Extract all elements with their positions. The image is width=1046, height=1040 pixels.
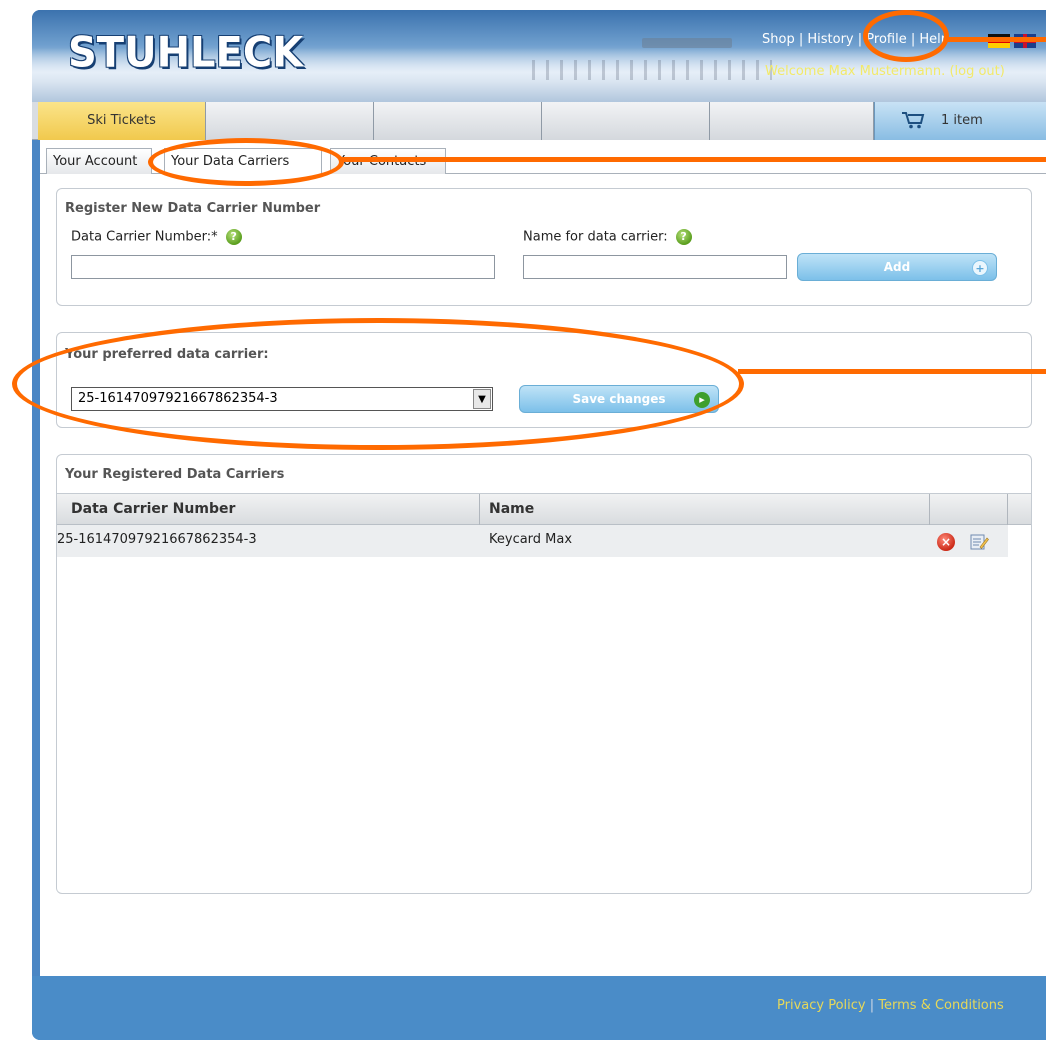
header-banner: STUHLECK Shop | History | Profile | Help… (32, 10, 1046, 102)
edit-icon[interactable] (969, 533, 989, 551)
banner-skiers (532, 60, 772, 80)
save-changes-button[interactable]: Save changes ▸ (519, 385, 719, 413)
tab-label: Ski Tickets (87, 113, 156, 128)
registered-title: Your Registered Data Carriers (65, 467, 285, 482)
top-link-separator: | (798, 32, 804, 47)
preferred-carrier-select[interactable]: 25-16147097921667862354-3 ▼ (71, 387, 493, 411)
profile-link[interactable]: Profile (866, 32, 906, 47)
cell-name: Keycard Max (489, 532, 573, 547)
nav-tab-2[interactable] (206, 102, 374, 140)
data-carrier-name-input[interactable] (523, 255, 787, 279)
column-header-number[interactable]: Data Carrier Number (71, 501, 235, 517)
profile-subtabs: Your Account Your Data Carriers Your Con… (40, 148, 1046, 175)
subtab-your-contacts[interactable]: Your Contacts (330, 148, 446, 174)
registered-panel: Your Registered Data Carriers Data Carri… (56, 454, 1032, 894)
subtab-label: Your Contacts (337, 154, 427, 169)
data-carrier-number-input[interactable] (71, 255, 495, 279)
privacy-policy-link[interactable]: Privacy Policy (777, 998, 866, 1013)
add-button-label: Add (883, 260, 911, 274)
welcome-text: Welcome Max Mustermann. (765, 64, 946, 79)
footer-links: Privacy Policy | Terms & Conditions (777, 998, 1004, 1013)
cell-number: 25-16147097921667862354-3 (57, 532, 257, 547)
terms-link[interactable]: Terms & Conditions (878, 998, 1004, 1013)
nav-tab-3[interactable] (374, 102, 542, 140)
logout-link[interactable]: (log out) (949, 64, 1004, 79)
subtab-label: Your Account (53, 154, 138, 169)
data-carrier-number-label: Data Carrier Number:*? (71, 229, 242, 245)
top-link-separator: | (910, 32, 916, 47)
save-button-label: Save changes (572, 392, 666, 406)
help-icon[interactable]: ? (225, 229, 242, 245)
preferred-title: Your preferred data carrier: (65, 347, 269, 362)
shop-link[interactable]: Shop (762, 32, 795, 47)
subtab-label: Your Data Carriers (171, 154, 290, 169)
main-nav: Ski Tickets 1 item (32, 102, 1046, 140)
footer: Privacy Policy | Terms & Conditions (32, 976, 1046, 1040)
table-row[interactable]: 25-16147097921667862354-3 Keycard Max × (57, 525, 1008, 557)
go-arrow-icon: ▸ (694, 392, 710, 408)
cart-count: 1 item (941, 113, 983, 128)
data-carrier-name-label: Name for data carrier:? (523, 229, 692, 245)
subtab-your-data-carriers[interactable]: Your Data Carriers (164, 148, 322, 175)
column-header-name[interactable]: Name (489, 501, 534, 517)
label-text: Name for data carrier: (523, 229, 668, 245)
subtab-your-account[interactable]: Your Account (46, 148, 152, 174)
content-area: Your Account Your Data Carriers Your Con… (40, 140, 1046, 976)
footer-separator: | (869, 998, 875, 1013)
help-link[interactable]: Help (919, 32, 949, 47)
register-panel: Register New Data Carrier Number Data Ca… (56, 188, 1032, 306)
top-links: Shop | History | Profile | Help (762, 32, 949, 47)
uk-flag-icon[interactable] (1014, 34, 1036, 48)
column-divider (479, 494, 480, 526)
nav-tab-4[interactable] (542, 102, 710, 140)
label-text: Data Carrier Number:* (71, 229, 218, 245)
help-icon[interactable]: ? (675, 229, 692, 245)
logo[interactable]: STUHLECK (68, 29, 303, 77)
tab-ski-tickets[interactable]: Ski Tickets (38, 102, 206, 140)
register-title: Register New Data Carrier Number (65, 201, 321, 216)
top-link-separator: | (857, 32, 863, 47)
selected-value: 25-16147097921667862354-3 (78, 391, 278, 406)
cart-button[interactable]: 1 item (874, 102, 1046, 140)
nav-tab-5[interactable] (710, 102, 874, 140)
add-button[interactable]: Add + (797, 253, 997, 281)
delete-icon[interactable]: × (937, 533, 955, 551)
column-divider (1007, 494, 1008, 526)
cart-icon (902, 112, 925, 129)
table-header: Data Carrier Number Name (57, 493, 1031, 526)
history-link[interactable]: History (807, 32, 853, 47)
column-divider (929, 494, 930, 526)
app-window: STUHLECK Shop | History | Profile | Help… (32, 10, 1046, 1040)
german-flag-icon[interactable] (988, 34, 1010, 48)
preferred-panel: Your preferred data carrier: 25-16147097… (56, 332, 1032, 428)
welcome-message: Welcome Max Mustermann. (log out) (765, 64, 1005, 79)
chevron-down-icon[interactable]: ▼ (473, 389, 491, 409)
plus-icon: + (972, 260, 988, 276)
banner-building (642, 38, 732, 48)
